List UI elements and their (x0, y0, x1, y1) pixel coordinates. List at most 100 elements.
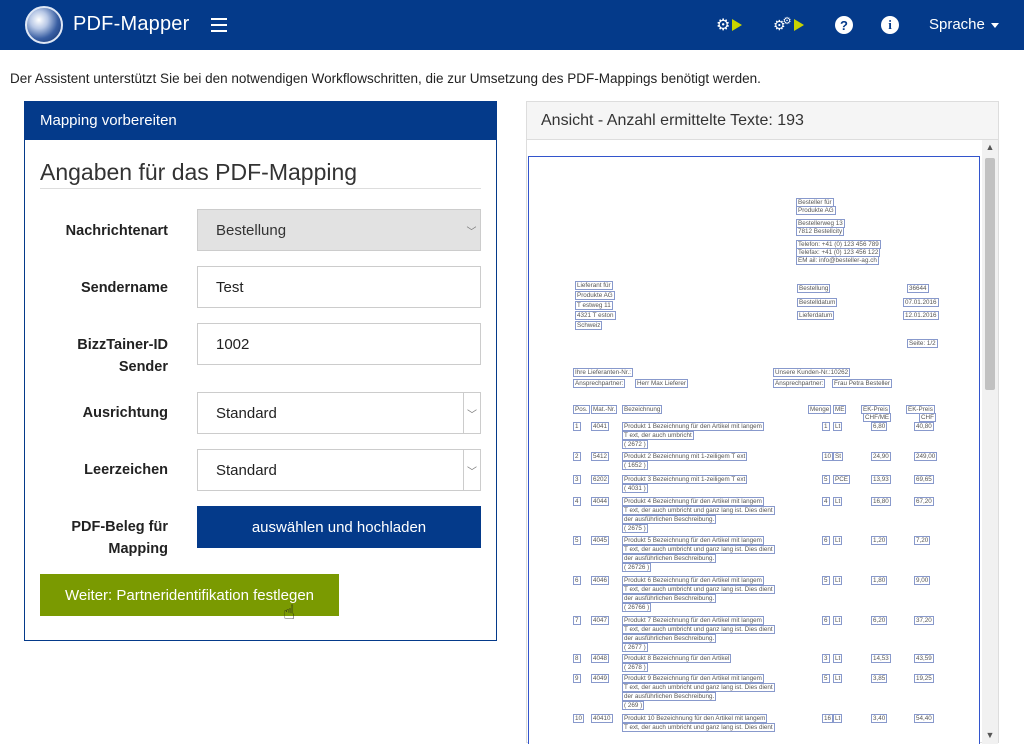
pdf-row-desc[interactable]: Produkt 9 Bezeichnung für den Artikel mi… (622, 674, 764, 683)
pdf-row-total[interactable]: 19,25 (914, 674, 934, 683)
pdf-row-pos[interactable]: 5 (573, 536, 581, 545)
pdf-row-qty[interactable]: 6 (822, 536, 830, 545)
pdf-row-pos[interactable]: 6 (573, 576, 581, 585)
pdf-row-qty[interactable]: 3 (822, 654, 830, 663)
pdf-text[interactable]: Bestellung (797, 284, 831, 293)
pdf-row-me[interactable]: Lt (833, 576, 843, 585)
alignment-select[interactable]: Standard ﹀ (197, 392, 481, 434)
pdf-text[interactable]: CHF (919, 413, 936, 422)
pdf-row-total[interactable]: 67,20 (914, 497, 934, 506)
pdf-row-qty[interactable]: 5 (822, 475, 830, 484)
pdf-row-desc[interactable]: Produkt 8 Bezeichnung für den Artikel (622, 654, 732, 663)
pdf-row-me[interactable]: Lt (833, 654, 843, 663)
pdf-text[interactable]: 12.01.2016 (903, 311, 939, 320)
pdf-row-pos[interactable]: 4 (573, 497, 581, 506)
pdf-text[interactable]: Pos. (573, 405, 590, 414)
pdf-text[interactable]: Frau Petra Besteller (832, 379, 892, 388)
upload-pdf-button[interactable]: auswählen und hochladen (197, 506, 481, 548)
pdf-row-me[interactable]: Lt (833, 497, 843, 506)
pdf-row-total[interactable]: 7,20 (914, 536, 931, 545)
pdf-row-qty[interactable]: 16 (822, 714, 834, 723)
pdf-row-desc[interactable]: T ext, der auch umbricht und ganz lang i… (622, 506, 775, 515)
pdf-text[interactable]: Mat.-Nr. (591, 405, 618, 414)
pdf-row-me[interactable]: Lt (833, 714, 843, 723)
pdf-row-desc[interactable]: ( 26726 ) (622, 563, 652, 572)
pdf-row-desc[interactable]: Produkt 3 Bezeichnung mit 1-zeiligem T e… (622, 475, 748, 484)
pdf-row-mat[interactable]: 5412 (591, 452, 610, 461)
pdf-row-desc[interactable]: T ext, der auch umbricht und ganz lang i… (622, 625, 775, 634)
pdf-row-mat[interactable]: 4041 (591, 422, 610, 431)
pdf-row-desc[interactable]: der ausführlichen Beschreibung. (622, 594, 717, 603)
pdf-row-price[interactable]: 24,90 (871, 452, 891, 461)
pdf-text[interactable]: Ansprechpartner: (773, 379, 826, 388)
pdf-text[interactable]: Seite: 1/2 (907, 339, 938, 348)
pdf-row-me[interactable]: Lt (833, 616, 843, 625)
pdf-row-me[interactable]: Lt (833, 536, 843, 545)
pdf-row-mat[interactable]: 4046 (591, 576, 610, 585)
pdf-row-total[interactable]: 69,65 (914, 475, 934, 484)
pdf-row-qty[interactable]: 6 (822, 616, 830, 625)
pdf-row-price[interactable]: 3,85 (871, 674, 888, 683)
pdf-row-me[interactable]: Lt (833, 674, 843, 683)
pdf-text[interactable]: 07.01.2016 (903, 298, 939, 307)
scroll-thumb[interactable] (985, 158, 995, 390)
bizztainer-id-input[interactable]: 1002 (197, 323, 481, 365)
pdf-row-total[interactable]: 9,00 (914, 576, 931, 585)
pdf-row-desc[interactable]: ( 26766 ) (622, 603, 652, 612)
pdf-text[interactable]: Produkte AG (575, 291, 615, 300)
pdf-row-pos[interactable]: 7 (573, 616, 581, 625)
pdf-row-price[interactable]: 13,93 (871, 475, 891, 484)
pdf-text[interactable]: ME (833, 405, 847, 414)
pdf-text[interactable]: Produkte AG (796, 206, 836, 215)
pdf-row-total[interactable]: 37,20 (914, 616, 934, 625)
pdf-row-me[interactable]: Lt (833, 422, 843, 431)
spaces-select[interactable]: Standard ﹀ (197, 449, 481, 491)
gear-play-icon[interactable]: ⚙ (716, 14, 743, 36)
pdf-row-price[interactable]: 1,20 (871, 536, 888, 545)
pdf-text[interactable]: Bestelldatum (797, 298, 838, 307)
pdf-row-desc[interactable]: ( 269 ) (622, 701, 645, 710)
pdf-row-qty[interactable]: 5 (822, 576, 830, 585)
scroll-up-icon[interactable]: ▲ (982, 142, 998, 154)
pdf-row-total[interactable]: 249,00 (914, 452, 938, 461)
pdf-row-desc[interactable]: ( 4031 ) (622, 484, 648, 493)
pdf-row-desc[interactable]: Produkt 4 Bezeichnung für den Artikel mi… (622, 497, 764, 506)
pdf-row-desc[interactable]: Produkt 7 Bezeichnung für den Artikel mi… (622, 616, 764, 625)
pdf-row-desc[interactable]: T ext, der auch umbricht und ganz lang i… (622, 723, 775, 732)
pdf-row-desc[interactable]: Produkt 5 Bezeichnung für den Artikel mi… (622, 536, 764, 545)
pdf-row-desc[interactable]: der ausführlichen Beschreibung. (622, 634, 717, 643)
pdf-row-pos[interactable]: 9 (573, 674, 581, 683)
pdf-row-me[interactable]: PCE (833, 475, 850, 484)
help-icon[interactable]: ? (835, 14, 853, 36)
pdf-row-total[interactable]: 54,40 (914, 714, 934, 723)
pdf-row-desc[interactable]: ( 1652 ) (622, 461, 648, 470)
pdf-row-mat[interactable]: 4044 (591, 497, 610, 506)
pdf-text[interactable]: Bezeichnung (622, 405, 663, 414)
pdf-row-qty[interactable]: 4 (822, 497, 830, 506)
message-type-select[interactable]: Bestellung ﹀ (197, 209, 481, 251)
pdf-row-pos[interactable]: 1 (573, 422, 581, 431)
pdf-text[interactable]: Schweiz (575, 321, 603, 330)
pdf-text[interactable]: Ansprechpartner: (573, 379, 626, 388)
pdf-row-pos[interactable]: 8 (573, 654, 581, 663)
pdf-row-desc[interactable]: T ext, der auch umbricht und ganz lang i… (622, 545, 775, 554)
pdf-text[interactable]: Ihre Lieferanten-Nr.: (573, 368, 634, 377)
pdf-text[interactable]: 36644 (907, 284, 929, 293)
app-title[interactable]: PDF-Mapper (73, 13, 189, 36)
pdf-row-desc[interactable]: ( 2675 ) (622, 524, 648, 533)
pdf-row-pos[interactable]: 10 (573, 714, 585, 723)
pdf-row-desc[interactable]: Produkt 6 Bezeichnung für den Artikel mi… (622, 576, 764, 585)
pdf-row-mat[interactable]: 4049 (591, 674, 610, 683)
info-icon[interactable]: i (881, 14, 899, 36)
pdf-text[interactable]: CHF/ME (863, 413, 892, 422)
pdf-row-pos[interactable]: 2 (573, 452, 581, 461)
pdf-row-total[interactable]: 40,80 (914, 422, 934, 431)
gears-play-icon[interactable]: ⚙ ⚙ (773, 14, 804, 36)
pdf-text[interactable]: T estweg 11 (575, 301, 613, 310)
pdf-text[interactable]: Menge (808, 405, 832, 414)
pdf-row-mat[interactable]: 4047 (591, 616, 610, 625)
pdf-row-desc[interactable]: Produkt 1 Bezeichnung für den Artikel mi… (622, 422, 764, 431)
pdf-preview[interactable]: Besteller für Produkte AG Bestellerweg 1… (528, 156, 980, 744)
pdf-text[interactable]: EM ail: info@besteller-ag.ch (796, 256, 879, 265)
pdf-row-desc[interactable]: ( 2672 ) (622, 440, 648, 449)
